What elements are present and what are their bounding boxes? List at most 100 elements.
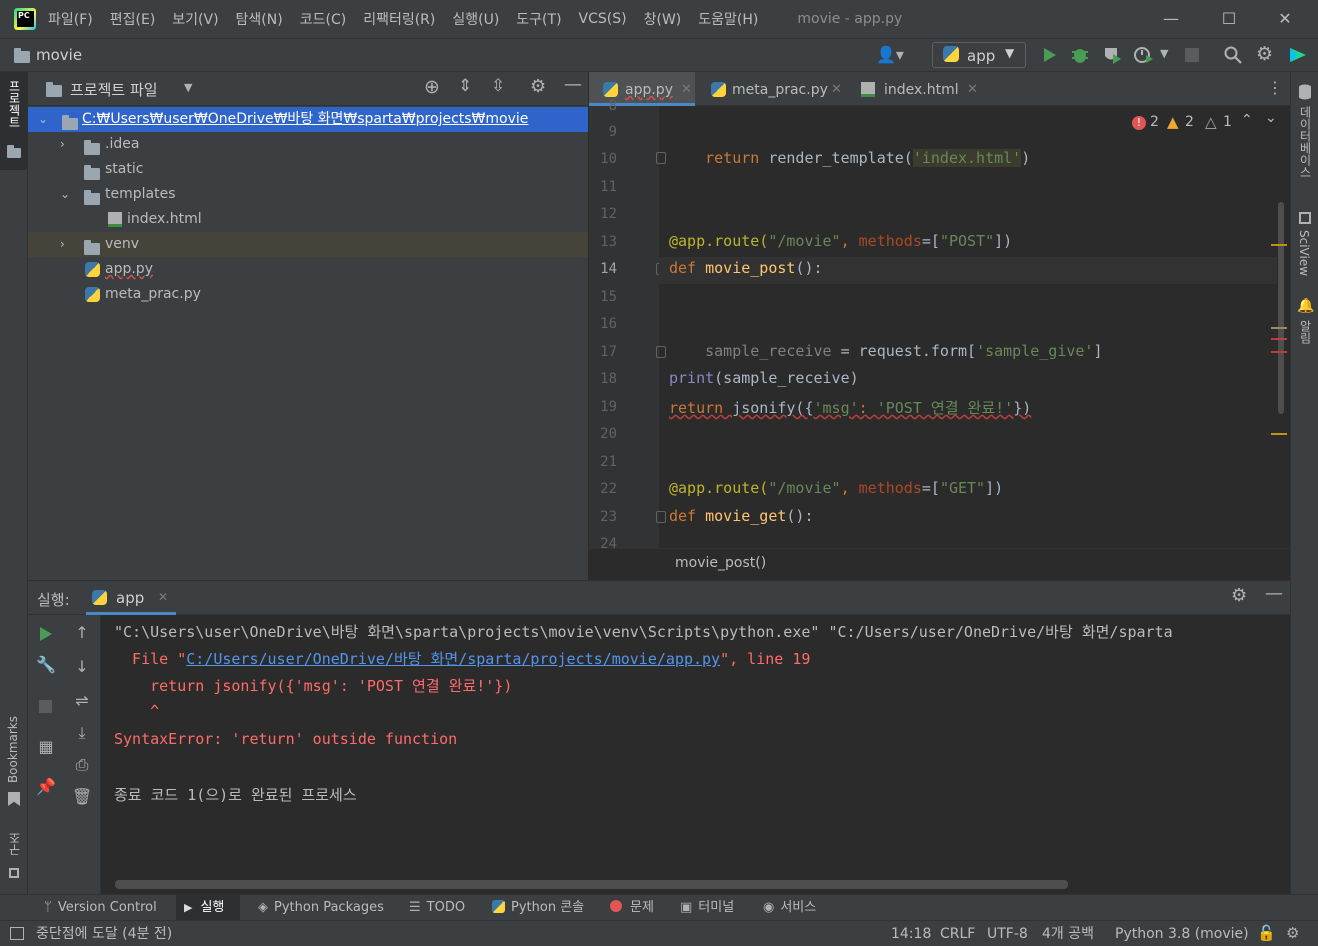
settings-gear-icon[interactable]: ⚙ (1256, 43, 1273, 65)
edit-config-wrench-icon[interactable]: 🔧 (36, 655, 56, 674)
search-icon[interactable] (1224, 46, 1242, 64)
rerun-icon[interactable] (38, 626, 54, 642)
tool-python-packages[interactable]: ◈ Python Packages (258, 895, 384, 921)
tool-python-console[interactable]: Python 콘솔 (492, 895, 584, 921)
project-view-chevron-icon[interactable]: ▼ (184, 81, 192, 94)
warning-stripe-mark[interactable] (1271, 244, 1287, 246)
chevron-down-icon[interactable]: ⌄ (38, 107, 48, 132)
close-tab-icon[interactable]: ✕ (831, 72, 842, 108)
tool-terminal[interactable]: ▣ 터미널 (680, 895, 734, 921)
database-tool-tab[interactable]: 데이터베이스 (1291, 82, 1318, 192)
clear-trash-icon[interactable]: 🗑 (72, 787, 92, 806)
menu-tools[interactable]: 도구(T) (516, 9, 561, 29)
debug-icon[interactable] (1070, 46, 1090, 64)
minimize-button[interactable]: — (1160, 8, 1182, 30)
menu-edit[interactable]: 편집(E) (110, 9, 156, 29)
tool-todo[interactable]: ☰ TODO (409, 895, 465, 921)
chevron-right-icon[interactable]: › (60, 232, 65, 257)
user-icon[interactable]: 👤▾ (876, 45, 904, 64)
scroll-up-arrow-icon[interactable]: ↑ (72, 623, 92, 642)
more-run-chevron-icon[interactable]: ▼ (1160, 47, 1168, 60)
locate-file-icon[interactable]: ⊕ (424, 76, 440, 98)
notifications-tool-tab[interactable]: 🔔 알림 (1291, 298, 1318, 358)
chevron-right-icon[interactable]: › (60, 132, 65, 157)
profile-icon[interactable] (1133, 46, 1155, 64)
event-log-icon[interactable]: ⚙ (1286, 924, 1299, 942)
breadcrumb-function[interactable]: movie_post() (675, 555, 766, 571)
tool-run[interactable]: ▶ 실행 (176, 895, 240, 921)
chevron-down-icon[interactable]: ⌄ (60, 182, 70, 207)
tab-index-html[interactable]: index.html ✕ (851, 72, 978, 108)
console-horizontal-scrollbar[interactable] (115, 880, 1068, 889)
breadcrumb-project[interactable]: movie (36, 46, 82, 64)
pin-tab-icon[interactable]: 📌 (36, 777, 56, 796)
scroll-to-end-icon[interactable]: ⤓ (72, 723, 92, 743)
tool-problems[interactable]: 문제 (610, 895, 654, 921)
run-tab-app[interactable]: app ✕ (86, 581, 176, 615)
menu-run[interactable]: 실행(U) (452, 9, 499, 29)
menu-refactor[interactable]: 리팩터링(R) (363, 9, 435, 29)
print-icon[interactable]: ⎙ (72, 755, 92, 775)
hide-run-panel-icon[interactable]: — (1265, 583, 1283, 604)
menu-window[interactable]: 창(W) (644, 9, 682, 29)
line-separator[interactable]: CRLF (940, 921, 975, 946)
tree-item-project-root[interactable]: ⌄ C:₩Users₩user₩OneDrive₩바탕 화면₩sparta₩pr… (28, 107, 588, 132)
tool-version-control[interactable]: ᛘ Version Control (44, 895, 157, 921)
run-config-selector[interactable]: app ▼ (932, 42, 1026, 68)
hide-panel-icon[interactable]: — (564, 74, 582, 95)
python-interpreter[interactable]: Python 3.8 (movie) (1115, 921, 1249, 946)
tree-item-app-py[interactable]: app.py (28, 257, 588, 282)
stop-icon[interactable] (1185, 48, 1199, 62)
more-tabs-icon[interactable]: ⋮ (1267, 78, 1283, 97)
file-encoding[interactable]: UTF-8 (987, 921, 1028, 946)
close-tab-icon[interactable]: ✕ (681, 72, 692, 108)
close-window-button[interactable]: ✕ (1274, 8, 1296, 30)
structure-tool-tab[interactable]: 구조 (0, 828, 28, 888)
tool-services[interactable]: ◉ 서비스 (763, 895, 816, 921)
jetbrains-ai-icon[interactable] (1288, 46, 1308, 64)
bookmarks-tool-tab[interactable]: Bookmarks (0, 712, 28, 812)
menu-help[interactable]: 도움말(H) (698, 9, 758, 29)
tree-item-venv[interactable]: › venv (28, 232, 588, 257)
caret-position[interactable]: 14:18 (891, 921, 931, 946)
status-message[interactable]: 중단점에 도달 (4분 전) (36, 921, 172, 946)
stop-icon[interactable] (39, 700, 52, 713)
tree-item-static[interactable]: static (28, 157, 588, 182)
soft-wrap-icon[interactable]: ⇌ (72, 691, 92, 710)
layout-icon[interactable]: ▦ (36, 737, 56, 756)
tree-item-idea[interactable]: › .idea (28, 132, 588, 157)
menu-navigate[interactable]: 탐색(N) (236, 9, 283, 29)
close-tab-icon[interactable]: ✕ (967, 72, 978, 108)
scroll-down-arrow-icon[interactable]: ↓ (72, 657, 92, 676)
run-icon[interactable] (1042, 47, 1058, 63)
project-view-title[interactable]: 프로젝트 파일 (70, 79, 158, 100)
menu-view[interactable]: 보기(V) (172, 9, 218, 29)
expand-all-icon[interactable]: ⇕ (458, 76, 472, 96)
project-tool-tab[interactable]: 프로젝트 (0, 72, 28, 170)
indent-setting[interactable]: 4개 공백 (1042, 921, 1094, 946)
menu-file[interactable]: 파일(F) (48, 9, 93, 29)
collapse-all-icon[interactable]: ⇳ (491, 76, 505, 96)
maximize-button[interactable]: ☐ (1218, 8, 1240, 30)
editor-scrollbar[interactable] (1278, 202, 1284, 414)
error-stripe-mark[interactable] (1271, 338, 1287, 340)
toggle-tool-windows-icon[interactable] (10, 927, 24, 940)
close-tab-icon[interactable]: ✕ (158, 590, 168, 604)
tree-item-index-html[interactable]: index.html (28, 207, 588, 232)
warning-stripe-mark[interactable] (1271, 327, 1287, 329)
traceback-file-link[interactable]: C:/Users/user/OneDrive/바탕 화면/sparta/proj… (186, 650, 720, 668)
tab-meta-prac-py[interactable]: meta_prac.py ✕ (697, 72, 845, 106)
code-area[interactable]: return render_template('index.html') @ap… (589, 106, 1290, 548)
lock-icon[interactable]: 🔓 (1257, 924, 1276, 942)
error-stripe-mark[interactable] (1271, 351, 1287, 353)
run-settings-gear-icon[interactable]: ⚙ (1231, 585, 1247, 606)
menu-code[interactable]: 코드(C) (300, 9, 346, 29)
warning-stripe-mark[interactable] (1271, 433, 1287, 435)
tree-item-meta-prac-py[interactable]: meta_prac.py (28, 282, 588, 307)
run-console-output[interactable]: "C:\Users\user\OneDrive\바탕 화면\sparta\pro… (102, 615, 1290, 879)
project-settings-gear-icon[interactable]: ⚙ (530, 76, 546, 97)
coverage-icon[interactable] (1102, 46, 1122, 64)
sciview-tool-tab[interactable]: SciView (1291, 208, 1318, 288)
tree-item-templates[interactable]: ⌄ templates (28, 182, 588, 207)
menu-vcs[interactable]: VCS(S) (579, 11, 627, 27)
